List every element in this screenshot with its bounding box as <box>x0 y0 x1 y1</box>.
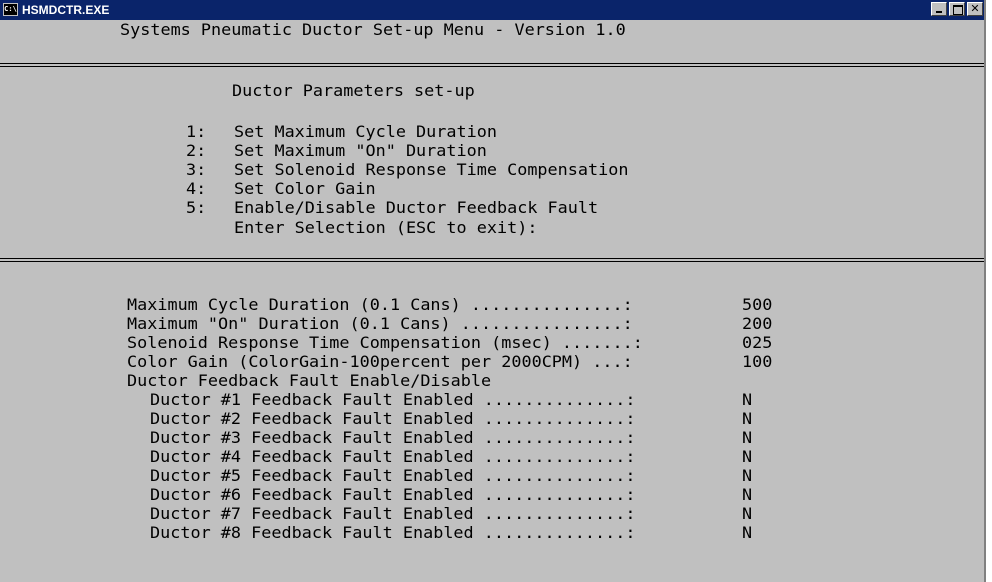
title-bar[interactable]: C:\ HSMDCTR.EXE ✕ <box>0 0 984 20</box>
param-label: Color Gain (ColorGain-100percent per 200… <box>127 352 633 371</box>
menu-item-label: Set Maximum "On" Duration <box>234 141 487 160</box>
fault-value: N <box>742 504 753 523</box>
param-value: 025 <box>742 333 773 352</box>
menu-heading: Ductor Parameters set-up <box>232 81 475 100</box>
console-screen[interactable]: Systems Pneumatic Ductor Set-up Menu - V… <box>0 20 984 582</box>
console-window: C:\ HSMDCTR.EXE ✕ Systems Pneumatic Duct… <box>0 0 986 582</box>
maximize-icon <box>953 5 963 15</box>
fault-value: N <box>742 390 753 409</box>
fault-value: N <box>742 523 753 542</box>
fault-section-heading: Ductor Feedback Fault Enable/Disable <box>127 371 492 390</box>
param-value: 500 <box>742 295 773 314</box>
param-label: Maximum Cycle Duration (0.1 Cans) ......… <box>127 295 633 314</box>
close-icon: ✕ <box>970 2 980 15</box>
close-button[interactable]: ✕ <box>967 2 983 16</box>
minimize-icon <box>936 11 942 13</box>
selection-prompt: Enter Selection (ESC to exit): <box>234 218 538 237</box>
fault-label: Ductor #8 Feedback Fault Enabled .......… <box>150 523 636 542</box>
menu-item-number: 3: <box>186 160 207 179</box>
fault-value: N <box>742 428 753 447</box>
menu-item-label: Set Solenoid Response Time Compensation <box>234 160 629 179</box>
param-value: 200 <box>742 314 773 333</box>
menu-header-title: Systems Pneumatic Ductor Set-up Menu - V… <box>120 20 626 39</box>
window-title: HSMDCTR.EXE <box>22 3 110 17</box>
console-icon-text: C:\ <box>4 5 17 13</box>
menu-item-number: 1: <box>186 122 207 141</box>
fault-label: Ductor #5 Feedback Fault Enabled .......… <box>150 466 636 485</box>
fault-label: Ductor #2 Feedback Fault Enabled .......… <box>150 409 636 428</box>
menu-item-label: Set Maximum Cycle Duration <box>234 122 497 141</box>
fault-label: Ductor #4 Feedback Fault Enabled .......… <box>150 447 636 466</box>
minimize-button[interactable] <box>931 2 947 16</box>
param-value: 100 <box>742 352 773 371</box>
param-label: Solenoid Response Time Compensation (mse… <box>127 333 643 352</box>
divider-top <box>0 63 984 67</box>
menu-item-label: Set Color Gain <box>234 179 376 198</box>
fault-value: N <box>742 409 753 428</box>
fault-label: Ductor #7 Feedback Fault Enabled .......… <box>150 504 636 523</box>
param-label: Maximum "On" Duration (0.1 Cans) .......… <box>127 314 633 333</box>
menu-item-number: 4: <box>186 179 207 198</box>
fault-label: Ductor #1 Feedback Fault Enabled .......… <box>150 390 636 409</box>
menu-item-number: 2: <box>186 141 207 160</box>
fault-label: Ductor #6 Feedback Fault Enabled .......… <box>150 485 636 504</box>
fault-value: N <box>742 466 753 485</box>
maximize-button[interactable] <box>949 2 965 16</box>
fault-value: N <box>742 485 753 504</box>
menu-item-number: 5: <box>186 198 207 217</box>
fault-value: N <box>742 447 753 466</box>
window-controls: ✕ <box>931 2 983 18</box>
fault-label: Ductor #3 Feedback Fault Enabled .......… <box>150 428 636 447</box>
console-icon[interactable]: C:\ <box>3 3 18 16</box>
menu-item-label: Enable/Disable Ductor Feedback Fault <box>234 198 599 217</box>
divider-bottom <box>0 258 984 262</box>
